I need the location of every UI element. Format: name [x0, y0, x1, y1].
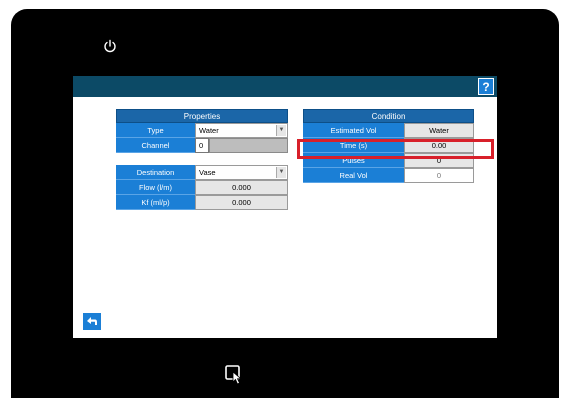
back-arrow-icon: [87, 317, 97, 325]
channel-label: Channel: [116, 138, 195, 153]
type-label: Type: [116, 123, 195, 138]
chevron-down-icon[interactable]: ▼: [276, 125, 286, 136]
destination-select[interactable]: Vase ▼: [195, 165, 288, 180]
estimated-vol-label: Estimated Vol: [303, 123, 404, 138]
kf-value[interactable]: 0.000: [195, 195, 288, 210]
destination-panel: Destination Vase ▼ Flow (l/m) 0.000 Kf (…: [116, 165, 288, 210]
channel-value[interactable]: 0: [195, 138, 209, 153]
destination-label: Destination: [116, 165, 195, 180]
real-vol-value: 0: [404, 168, 474, 183]
condition-header: Condition: [303, 109, 474, 123]
touch-icon[interactable]: [224, 364, 246, 386]
power-icon[interactable]: [102, 38, 118, 54]
estimated-vol-value: Water: [404, 123, 474, 138]
app-screen: ? Properties Type Water ▼ Channel 0 Dest…: [73, 76, 497, 338]
type-value: Water: [199, 126, 219, 135]
title-bar: ?: [73, 76, 497, 97]
type-select[interactable]: Water ▼: [195, 123, 288, 138]
destination-value: Vase: [199, 168, 216, 177]
chevron-down-icon[interactable]: ▼: [276, 167, 286, 178]
back-button[interactable]: [82, 312, 102, 331]
highlight-box: [297, 139, 494, 159]
kf-label: Kf (ml/p): [116, 195, 195, 210]
properties-panel: Properties Type Water ▼ Channel 0: [116, 109, 288, 153]
flow-value[interactable]: 0.000: [195, 180, 288, 195]
real-vol-label: Real Vol: [303, 168, 404, 183]
flow-label: Flow (l/m): [116, 180, 195, 195]
help-button[interactable]: ?: [478, 78, 494, 95]
channel-slider[interactable]: [209, 138, 288, 153]
properties-header: Properties: [116, 109, 288, 123]
